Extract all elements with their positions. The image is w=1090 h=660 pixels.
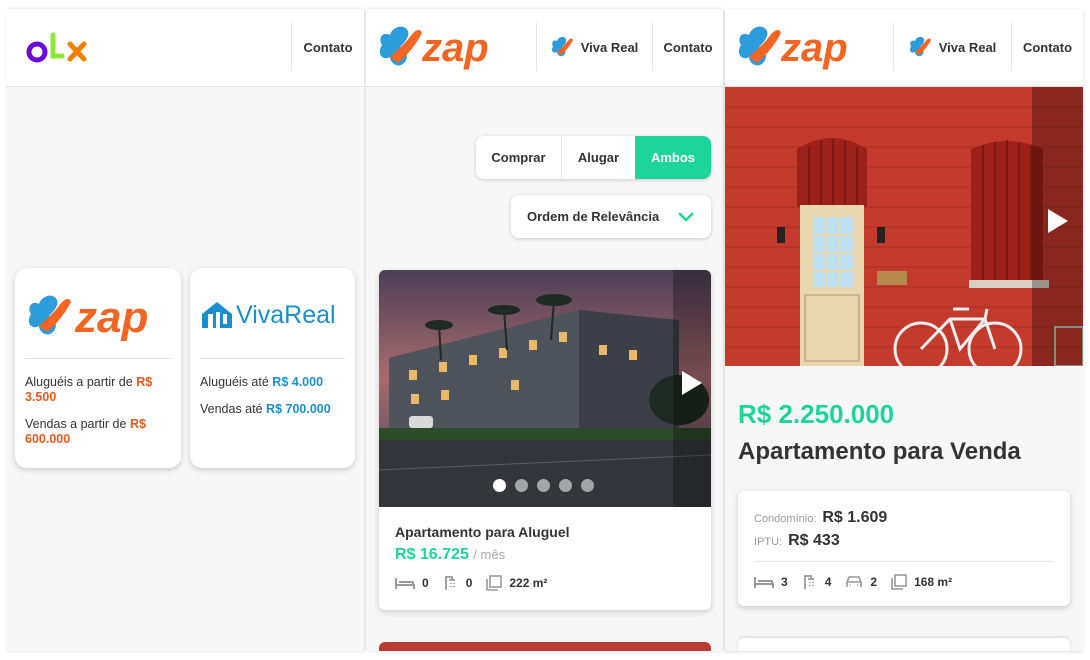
bathrooms: 4 <box>802 574 831 590</box>
divider <box>200 358 345 359</box>
listing-features: 0 0 222 m² <box>395 575 561 591</box>
rent-to-text: Aluguéis até R$ 4.000 <box>200 375 324 389</box>
chevron-down-icon <box>678 212 694 222</box>
header: zap Viva Real Contato <box>725 9 1083 87</box>
bed-icon <box>395 578 415 589</box>
olx-screen: Contato zap Aluguéis a partir de R$ 3.500… <box>6 9 364 651</box>
option-comprar[interactable]: Comprar <box>476 136 562 179</box>
sale-to-text: Vendas até R$ 700.000 <box>200 402 331 416</box>
bedrooms: 0 <box>395 576 429 590</box>
area-icon <box>486 575 503 591</box>
nav-contact[interactable]: Contato <box>1011 23 1083 71</box>
bathrooms: 0 <box>443 575 472 591</box>
brand-card-zap[interactable]: zap Aluguéis a partir de R$ 3.500 Vendas … <box>15 268 181 468</box>
bedrooms: 3 <box>754 575 788 589</box>
zap-detail-screen: zap Viva Real Contato R$ 2.250.000 Apart… <box>725 9 1083 651</box>
carousel-dot[interactable] <box>493 479 506 492</box>
brand-card-vivareal[interactable]: VivaReal Aluguéis até R$ 4.000 Vendas at… <box>190 268 355 468</box>
area: 222 m² <box>486 575 547 591</box>
next-arrow-icon[interactable] <box>1046 207 1070 235</box>
house-icon <box>202 302 232 328</box>
carousel-dots <box>493 479 594 492</box>
header: zap Viva Real Contato <box>366 9 723 87</box>
option-alugar[interactable]: Alugar <box>562 136 635 179</box>
next-listing-card-peek[interactable] <box>379 642 711 651</box>
nav-vivareal-label: Viva Real <box>580 39 639 55</box>
listing-photo[interactable] <box>379 270 711 507</box>
vivareal-wordmark: VivaReal <box>236 300 336 329</box>
condo-fee: Condomínio: R$ 1.609 <box>754 509 888 526</box>
nav-vivareal[interactable]: Viva Real <box>536 23 652 71</box>
iptu-fee: IPTU: R$ 433 <box>754 532 840 549</box>
svg-text:zap: zap <box>74 293 148 342</box>
nav-contact[interactable]: Contato <box>291 23 364 71</box>
divider <box>25 358 171 359</box>
svg-text:zap: zap <box>780 26 848 70</box>
shower-icon <box>803 575 814 589</box>
red-house-photo <box>725 87 1083 377</box>
detail-features: 3 4 2 168 m² <box>754 574 966 590</box>
bed-icon <box>754 577 774 588</box>
next-arrow-icon[interactable] <box>680 369 704 397</box>
detail-price: R$ 2.250.000 <box>738 399 895 429</box>
detail-photo[interactable] <box>725 87 1083 377</box>
nav-vivareal-label: Viva Real <box>938 39 997 55</box>
svg-text:zap: zap <box>421 26 489 70</box>
listing-price: R$ 16.725 / mês <box>395 546 506 563</box>
parking: 2 <box>845 575 877 589</box>
carousel-dot[interactable] <box>537 479 550 492</box>
header: Contato <box>6 9 364 87</box>
nav-contact[interactable]: Contato <box>652 23 723 71</box>
shower-icon <box>444 576 455 590</box>
carousel-dot[interactable] <box>559 479 572 492</box>
listing-title: Apartamento para Aluguel <box>395 524 570 540</box>
zap-mark-icon <box>909 36 931 57</box>
detail-info-card: Condomínio: R$ 1.609 IPTU: R$ 433 3 4 2 <box>738 491 1070 606</box>
area: 168 m² <box>891 574 952 590</box>
nav-vivareal[interactable]: Viva Real <box>893 23 1011 71</box>
zap-listing-screen: zap Viva Real Contato Comprar Alugar Amb… <box>366 9 723 651</box>
divider <box>754 561 1054 562</box>
sale-from-text: Vendas a partir de R$ 600.000 <box>25 417 146 446</box>
zap-mark-icon <box>551 36 573 57</box>
carousel-dot[interactable] <box>515 479 528 492</box>
sort-label: Ordem de Relevância <box>527 209 660 224</box>
olx-logo[interactable] <box>26 31 94 70</box>
detail-title: Apartamento para Venda <box>738 438 1021 465</box>
sort-select[interactable]: Ordem de Relevância <box>511 195 711 238</box>
listing-card[interactable]: Apartamento para Aluguel R$ 16.725 / mês… <box>379 270 711 610</box>
zap-logo: zap <box>25 286 171 351</box>
car-icon <box>846 576 863 587</box>
zap-logo[interactable]: zap <box>737 19 861 80</box>
option-ambos[interactable]: Ambos <box>635 136 711 179</box>
vivareal-logo: VivaReal <box>200 300 336 330</box>
transaction-type-toggle: Comprar Alugar Ambos <box>476 136 711 179</box>
building-photo <box>379 270 711 507</box>
rent-from-text: Aluguéis a partir de R$ 3.500 <box>25 375 153 404</box>
carousel-dot[interactable] <box>581 479 594 492</box>
next-card-peek <box>738 638 1070 651</box>
area-icon <box>891 574 907 590</box>
zap-logo[interactable]: zap <box>378 19 502 80</box>
